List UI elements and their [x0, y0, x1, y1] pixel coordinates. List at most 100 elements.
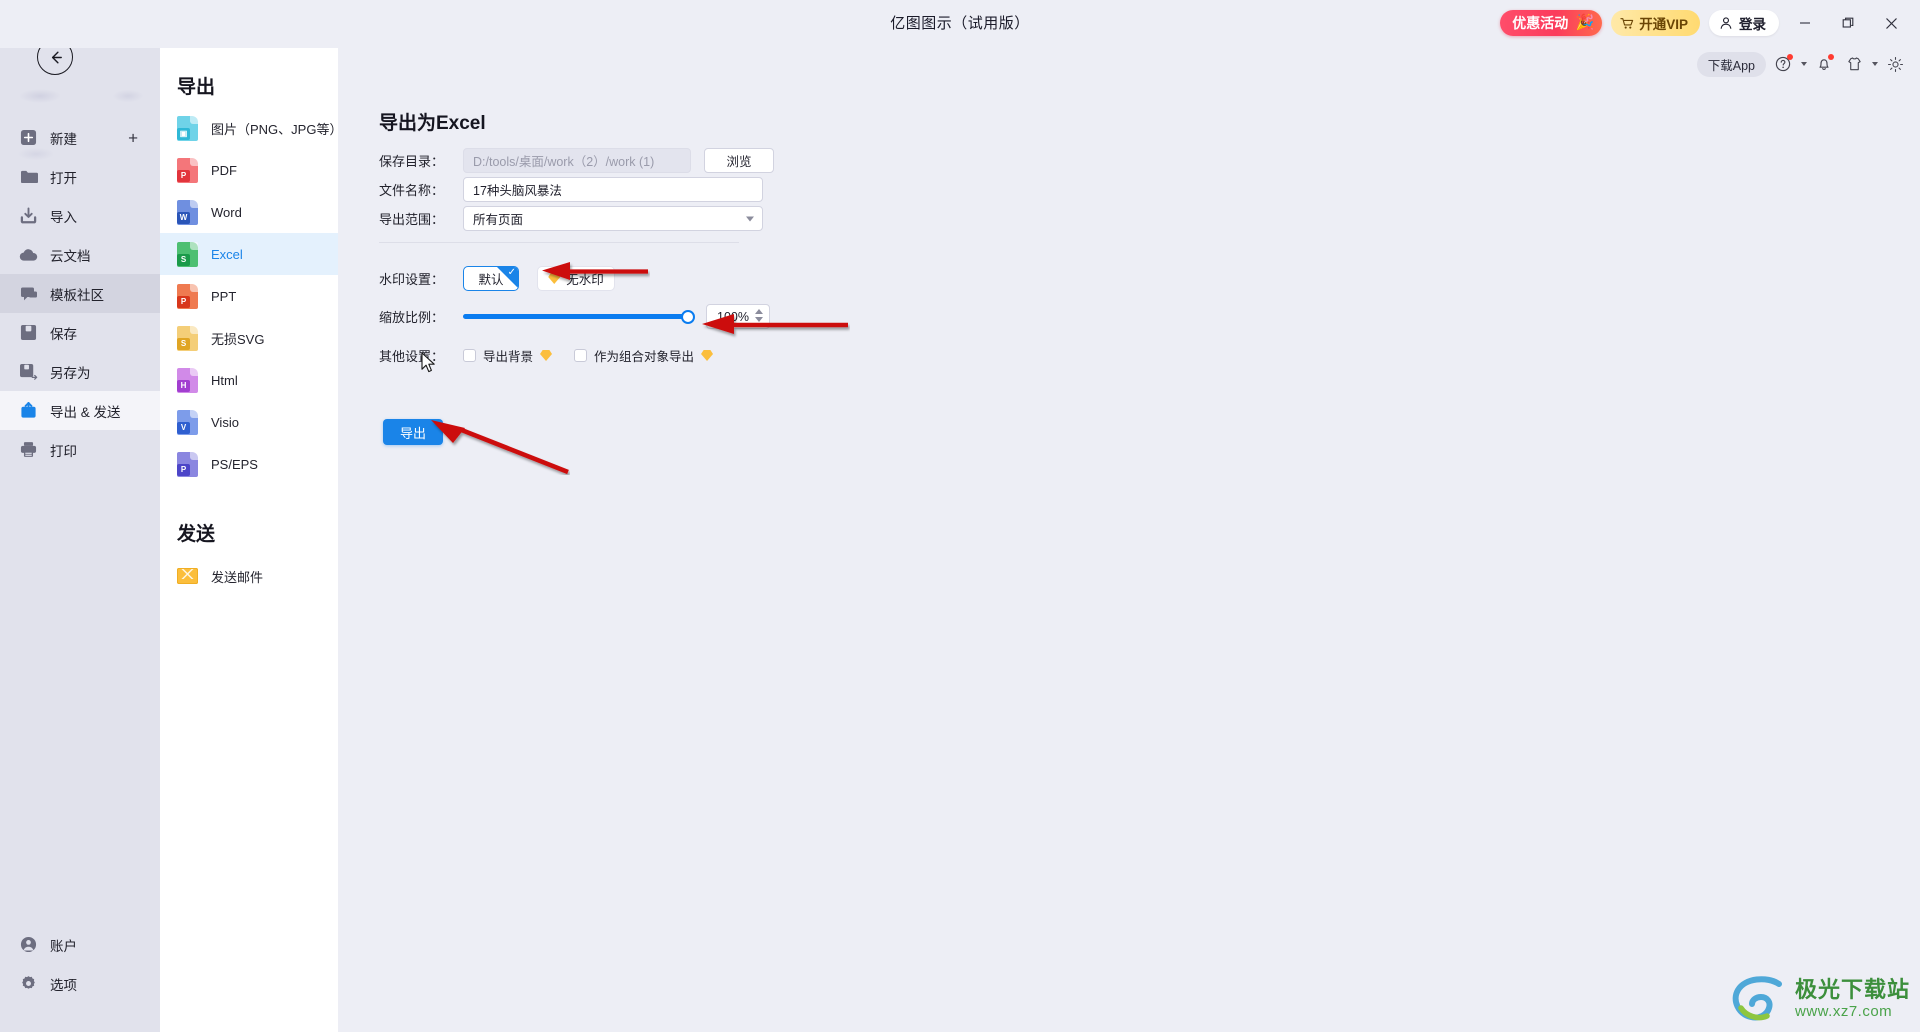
- aurora-logo-icon: [1732, 976, 1782, 1021]
- printer-icon: [19, 440, 38, 459]
- add-new-button[interactable]: +: [128, 129, 138, 146]
- format-item-ppt[interactable]: P PPT: [160, 275, 338, 317]
- save-dir-input[interactable]: D:/tools/桌面/work（2）/work (1): [463, 148, 691, 173]
- cart-icon: [1620, 17, 1634, 29]
- app-window: 亿图图示（试用版） 优惠活动 🎉 开通VIP 登录 下载App 新建 + 打开 …: [0, 0, 1920, 1032]
- format-item-html[interactable]: H Html: [160, 359, 338, 401]
- watermark-title: 极光下载站: [1794, 977, 1910, 1002]
- sidebar-item-export-send[interactable]: 导出 & 发送: [0, 391, 160, 430]
- format-item-pdf[interactable]: P PDF: [160, 149, 338, 191]
- skin-button[interactable]: [1841, 51, 1867, 77]
- vip-diamond-icon: [548, 273, 561, 284]
- spinner-up-icon[interactable]: [755, 309, 763, 314]
- login-button[interactable]: 登录: [1709, 10, 1779, 36]
- download-app-label: 下载App: [1707, 58, 1755, 73]
- visio-file-icon: V: [177, 409, 198, 435]
- format-item-excel[interactable]: S Excel: [160, 233, 338, 275]
- scale-slider-knob[interactable]: [681, 309, 695, 324]
- format-item-ps-eps[interactable]: P PS/EPS: [160, 443, 338, 485]
- format-item-word[interactable]: W Word: [160, 191, 338, 233]
- minimize-button[interactable]: [1788, 8, 1822, 38]
- promo-confetti-icon: 🎉: [1575, 14, 1595, 31]
- vip-diamond-icon: [701, 350, 714, 361]
- sidebar-item-open[interactable]: 打开: [0, 157, 160, 196]
- watermark-url: www.xz7.com: [1794, 1003, 1893, 1020]
- import-icon: [19, 206, 38, 225]
- sidebar-item-label: 打开: [50, 170, 77, 186]
- format-item-image[interactable]: ▣ 图片（PNG、JPG等）: [160, 107, 342, 149]
- file-name-input[interactable]: 17种头脑风暴法: [463, 177, 763, 202]
- scale-spinner[interactable]: 100%: [706, 304, 770, 329]
- skin-dropdown-caret-icon[interactable]: [1872, 62, 1878, 66]
- image-file-icon: ▣: [177, 115, 198, 141]
- sidebar-item-import[interactable]: 导入: [0, 196, 160, 235]
- export-range-value: 所有页面: [473, 213, 524, 227]
- sidebar-item-options[interactable]: 选项: [0, 964, 160, 1003]
- checkbox-export-background[interactable]: 导出背景: [463, 346, 553, 365]
- export-range-row: 导出范围： 所有页面: [379, 206, 763, 231]
- browse-button[interactable]: 浏览: [704, 148, 774, 173]
- excel-file-icon: S: [177, 241, 198, 267]
- close-button[interactable]: [1874, 8, 1908, 38]
- spinner-down-icon[interactable]: [755, 317, 763, 322]
- save-dir-label: 保存目录：: [379, 154, 445, 169]
- export-format-panel: 导出 ▣ 图片（PNG、JPG等） P PDF W Word S Excel P…: [160, 0, 342, 1032]
- left-sidebar: 新建 + 打开 导入 云文档 模板社区 保存 另存为 导出 & 发送 打印 账户…: [0, 0, 160, 1032]
- promo-activity-button[interactable]: 优惠活动 🎉: [1500, 10, 1603, 36]
- checkbox-box[interactable]: [463, 349, 476, 362]
- notifications-button[interactable]: [1811, 51, 1837, 77]
- sidebar-item-label: 保存: [50, 326, 77, 342]
- watermark-option-label: 默认: [478, 273, 504, 287]
- maximize-icon: [1842, 17, 1854, 28]
- pdf-file-icon: P: [177, 157, 198, 183]
- help-dropdown-caret-icon[interactable]: [1801, 62, 1807, 66]
- export-button[interactable]: 导出: [383, 419, 443, 445]
- scale-label: 缩放比例：: [379, 310, 445, 325]
- sidebar-item-label: 新建: [50, 131, 77, 147]
- watermark-option-label: 无水印: [566, 273, 604, 287]
- file-name-label: 文件名称：: [379, 183, 445, 198]
- send-item-email[interactable]: 发送邮件: [160, 555, 338, 597]
- format-item-svg[interactable]: S 无损SVG: [160, 317, 338, 359]
- export-icon: [19, 401, 38, 420]
- skin-icon: [1847, 57, 1861, 71]
- format-item-label: Excel: [211, 246, 243, 262]
- format-item-visio[interactable]: V Visio: [160, 401, 338, 443]
- section-divider: [379, 242, 739, 243]
- scale-slider-fill: [463, 314, 688, 319]
- export-heading: 导出: [177, 77, 216, 98]
- scale-slider[interactable]: [463, 309, 695, 324]
- open-vip-label: 开通VIP: [1639, 17, 1688, 32]
- community-icon: [19, 284, 38, 303]
- sidebar-item-save[interactable]: 保存: [0, 313, 160, 352]
- settings-button[interactable]: [1882, 51, 1908, 77]
- sidebar-item-new[interactable]: 新建 +: [0, 118, 160, 157]
- help-button[interactable]: [1770, 51, 1796, 77]
- sidebar-item-save-as[interactable]: 另存为: [0, 352, 160, 391]
- sidebar-item-cloud[interactable]: 云文档: [0, 235, 160, 274]
- sidebar-item-label: 账户: [50, 938, 77, 954]
- sidebar-nav-list: 新建 + 打开 导入 云文档 模板社区 保存 另存为 导出 & 发送 打印: [0, 118, 160, 469]
- export-range-select[interactable]: 所有页面: [463, 206, 763, 231]
- watermark-row: 水印设置： 默认 ✓ 无水印: [379, 266, 615, 291]
- sidebar-item-label: 云文档: [50, 248, 91, 264]
- sidebar-item-account[interactable]: 账户: [0, 925, 160, 964]
- sidebar-item-template-community[interactable]: 模板社区: [0, 274, 160, 313]
- maximize-button[interactable]: [1831, 8, 1865, 38]
- watermark-option-default[interactable]: 默认 ✓: [463, 266, 519, 291]
- watermark-option-none[interactable]: 无水印: [537, 266, 615, 291]
- minimize-icon: [1800, 22, 1810, 24]
- site-watermark-logo: 极光下载站 www.xz7.com: [1731, 974, 1910, 1024]
- secondary-toolbar: 下载App: [1696, 48, 1908, 80]
- titlebar-right-group: 优惠活动 🎉 开通VIP 登录: [1500, 8, 1908, 38]
- open-vip-button[interactable]: 开通VIP: [1611, 10, 1700, 36]
- checkbox-export-as-group[interactable]: 作为组合对象导出: [574, 346, 714, 365]
- sidebar-item-print[interactable]: 打印: [0, 430, 160, 469]
- svg-file-icon: S: [177, 325, 198, 351]
- download-app-button[interactable]: 下载App: [1696, 51, 1766, 77]
- notifications-badge-dot: [1828, 54, 1834, 60]
- promo-activity-label: 优惠活动: [1512, 15, 1569, 31]
- export-format-list: ▣ 图片（PNG、JPG等） P PDF W Word S Excel P PP…: [160, 107, 342, 485]
- back-arrow-icon: [51, 51, 62, 63]
- checkbox-box[interactable]: [574, 349, 588, 362]
